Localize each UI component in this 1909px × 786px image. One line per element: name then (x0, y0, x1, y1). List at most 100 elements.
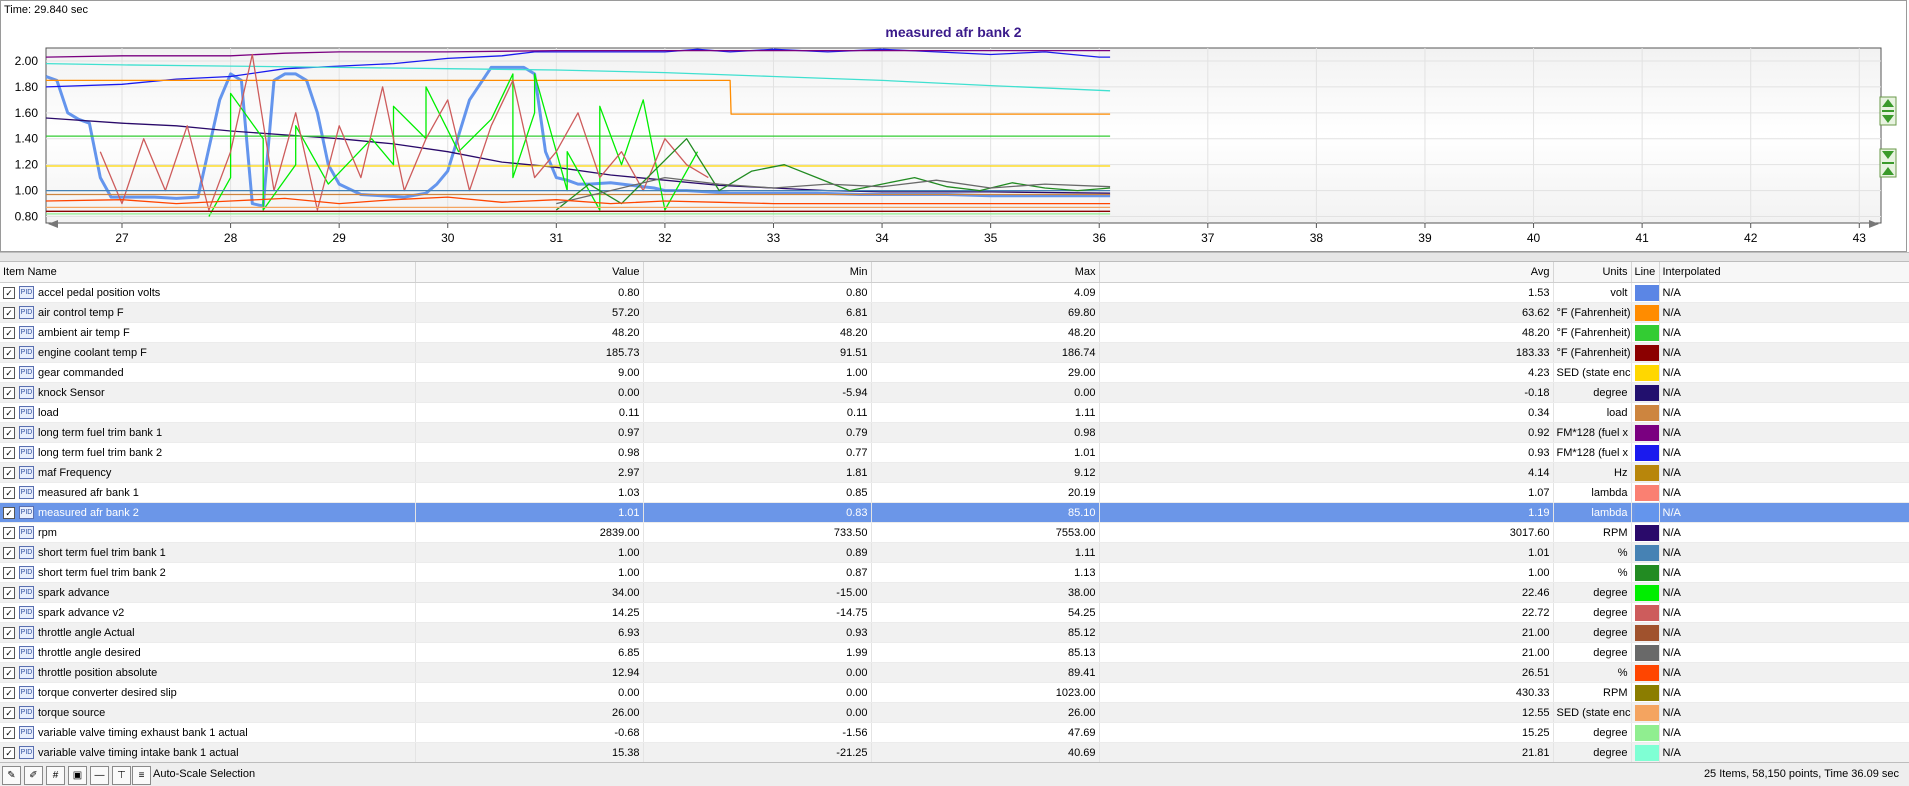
table-row[interactable]: ✓ PID torque converter desired slip 0.00 0.0… (0, 682, 1909, 703)
column-header-min[interactable]: Min (643, 262, 872, 283)
table-row[interactable]: ✓ PID air control temp F 57.20 6.81 69.80 63.6… (0, 302, 1909, 323)
column-header-interpolated[interactable]: Interpolated (1659, 262, 1909, 283)
visibility-checkbox[interactable]: ✓ (3, 346, 15, 359)
visibility-checkbox[interactable]: ✓ (3, 706, 15, 719)
visibility-checkbox[interactable]: ✓ (3, 426, 15, 439)
line-color-cell[interactable] (1631, 482, 1660, 503)
visibility-checkbox[interactable]: ✓ (3, 446, 15, 459)
visibility-checkbox[interactable]: ✓ (3, 286, 15, 299)
line-color-cell[interactable] (1631, 302, 1660, 323)
visibility-checkbox[interactable]: ✓ (3, 326, 15, 339)
table-row[interactable]: ✓ PID spark advance v2 14.25 -14.75 54.25 22.7… (0, 602, 1909, 623)
line-color-cell[interactable] (1631, 442, 1660, 463)
table-row[interactable]: ✓ PID engine coolant temp F 185.73 91.51 186.… (0, 342, 1909, 363)
line-color-cell[interactable] (1631, 562, 1660, 583)
line-color-cell[interactable] (1631, 622, 1660, 643)
line-color-swatch[interactable] (1634, 324, 1658, 341)
line-color-swatch[interactable] (1634, 304, 1658, 321)
table-row[interactable]: ✓ PID short term fuel trim bank 1 1.00 0.89 1… (0, 542, 1909, 563)
line-color-swatch[interactable] (1634, 284, 1658, 301)
table-row[interactable]: ✓ PID throttle angle Actual 6.93 0.93 85.12 21… (0, 622, 1909, 643)
column-header-line[interactable]: Line (1631, 262, 1660, 283)
table-row[interactable]: ✓ PID torque source 26.00 0.00 26.00 12.55 SED … (0, 702, 1909, 723)
line-color-swatch[interactable] (1634, 604, 1658, 621)
visibility-checkbox[interactable]: ✓ (3, 686, 15, 699)
line-color-cell[interactable] (1631, 742, 1660, 763)
line-color-cell[interactable] (1631, 582, 1660, 603)
line-color-swatch[interactable] (1634, 424, 1658, 441)
line-color-swatch[interactable] (1634, 744, 1658, 761)
line-color-swatch[interactable] (1634, 624, 1658, 641)
line-icon[interactable]: — (90, 766, 109, 785)
compress-scale-icon[interactable] (1879, 148, 1897, 178)
table-row[interactable]: ✓ PID long term fuel trim bank 1 0.97 0.79 0.… (0, 422, 1909, 443)
line-color-swatch[interactable] (1634, 584, 1658, 601)
visibility-checkbox[interactable]: ✓ (3, 646, 15, 659)
line-color-cell[interactable] (1631, 722, 1660, 743)
line-color-cell[interactable] (1631, 362, 1660, 383)
line-color-swatch[interactable] (1634, 444, 1658, 461)
table-row[interactable]: ✓ PID measured afr bank 1 1.03 0.85 20.19 1.07… (0, 482, 1909, 503)
visibility-checkbox[interactable]: ✓ (3, 506, 15, 519)
visibility-checkbox[interactable]: ✓ (3, 586, 15, 599)
line-color-cell[interactable] (1631, 382, 1660, 403)
list-icon[interactable]: ≡ (132, 766, 151, 785)
table-row[interactable]: ✓ PID long term fuel trim bank 2 0.98 0.77 1.… (0, 442, 1909, 463)
line-color-swatch[interactable] (1634, 664, 1658, 681)
visibility-checkbox[interactable]: ✓ (3, 366, 15, 379)
column-header-name[interactable]: Item Name (0, 262, 416, 283)
line-color-swatch[interactable] (1634, 724, 1658, 741)
line-color-swatch[interactable] (1634, 484, 1658, 501)
visibility-checkbox[interactable]: ✓ (3, 486, 15, 499)
line-color-cell[interactable] (1631, 322, 1660, 343)
visibility-checkbox[interactable]: ✓ (3, 546, 15, 559)
column-header-avg[interactable]: Avg (1099, 262, 1554, 283)
line-color-cell[interactable] (1631, 342, 1660, 363)
line-color-cell[interactable] (1631, 662, 1660, 683)
line-color-cell[interactable] (1631, 282, 1660, 303)
line-color-cell[interactable] (1631, 682, 1660, 703)
auto-scale-selection-label[interactable]: Auto-Scale Selection (153, 768, 255, 780)
visibility-checkbox[interactable]: ✓ (3, 606, 15, 619)
table-row[interactable]: ✓ PID maf Frequency 2.97 1.81 9.12 4.14 Hz N/A (0, 462, 1909, 483)
line-color-swatch[interactable] (1634, 504, 1658, 521)
hash-icon[interactable]: # (46, 766, 65, 785)
visibility-checkbox[interactable]: ✓ (3, 406, 15, 419)
line-color-swatch[interactable] (1634, 384, 1658, 401)
table-row[interactable]: ✓ PID spark advance 34.00 -15.00 38.00 22.46 de… (0, 582, 1909, 603)
visibility-checkbox[interactable]: ✓ (3, 726, 15, 739)
visibility-checkbox[interactable]: ✓ (3, 306, 15, 319)
column-header-max[interactable]: Max (871, 262, 1100, 283)
visibility-checkbox[interactable]: ✓ (3, 666, 15, 679)
line-color-cell[interactable] (1631, 602, 1660, 623)
line-color-swatch[interactable] (1634, 404, 1658, 421)
camera-icon[interactable]: ▣ (68, 766, 87, 785)
visibility-checkbox[interactable]: ✓ (3, 626, 15, 639)
line-color-swatch[interactable] (1634, 704, 1658, 721)
visibility-checkbox[interactable]: ✓ (3, 466, 15, 479)
table-row[interactable]: ✓ PID gear commanded 9.00 1.00 29.00 4.23 SED (… (0, 362, 1909, 383)
line-color-swatch[interactable] (1634, 564, 1658, 581)
line-color-cell[interactable] (1631, 542, 1660, 563)
column-header-value[interactable]: Value (415, 262, 644, 283)
line-color-cell[interactable] (1631, 502, 1660, 523)
visibility-checkbox[interactable]: ✓ (3, 386, 15, 399)
column-header-units[interactable]: Units (1553, 262, 1632, 283)
table-row[interactable]: ✓ PID variable valve timing exhaust bank 1… (0, 722, 1909, 743)
line-color-cell[interactable] (1631, 402, 1660, 423)
table-row[interactable]: ✓ PID throttle angle desired 6.85 1.99 85.13 2… (0, 642, 1909, 663)
line-color-swatch[interactable] (1634, 364, 1658, 381)
panel-splitter[interactable] (0, 252, 1909, 262)
table-row[interactable]: ✓ PID load 0.11 0.11 1.11 0.34 load N/A (0, 402, 1909, 423)
line-color-swatch[interactable] (1634, 544, 1658, 561)
expand-scale-icon[interactable] (1879, 96, 1897, 126)
pencil-edit-icon[interactable]: ✐ (24, 766, 43, 785)
table-row[interactable]: ✓ PID measured afr bank 2 1.01 0.83 85.10 1.19… (0, 502, 1909, 523)
visibility-checkbox[interactable]: ✓ (3, 746, 15, 759)
line-color-swatch[interactable] (1634, 464, 1658, 481)
line-color-swatch[interactable] (1634, 524, 1658, 541)
table-row[interactable]: ✓ PID variable valve timing intake bank 1 … (0, 742, 1909, 763)
table-row[interactable]: ✓ PID knock Sensor 0.00 -5.94 0.00 -0.18 degree… (0, 382, 1909, 403)
line-color-cell[interactable] (1631, 522, 1660, 543)
table-row[interactable]: ✓ PID throttle position absolute 12.94 0.00 8… (0, 662, 1909, 683)
